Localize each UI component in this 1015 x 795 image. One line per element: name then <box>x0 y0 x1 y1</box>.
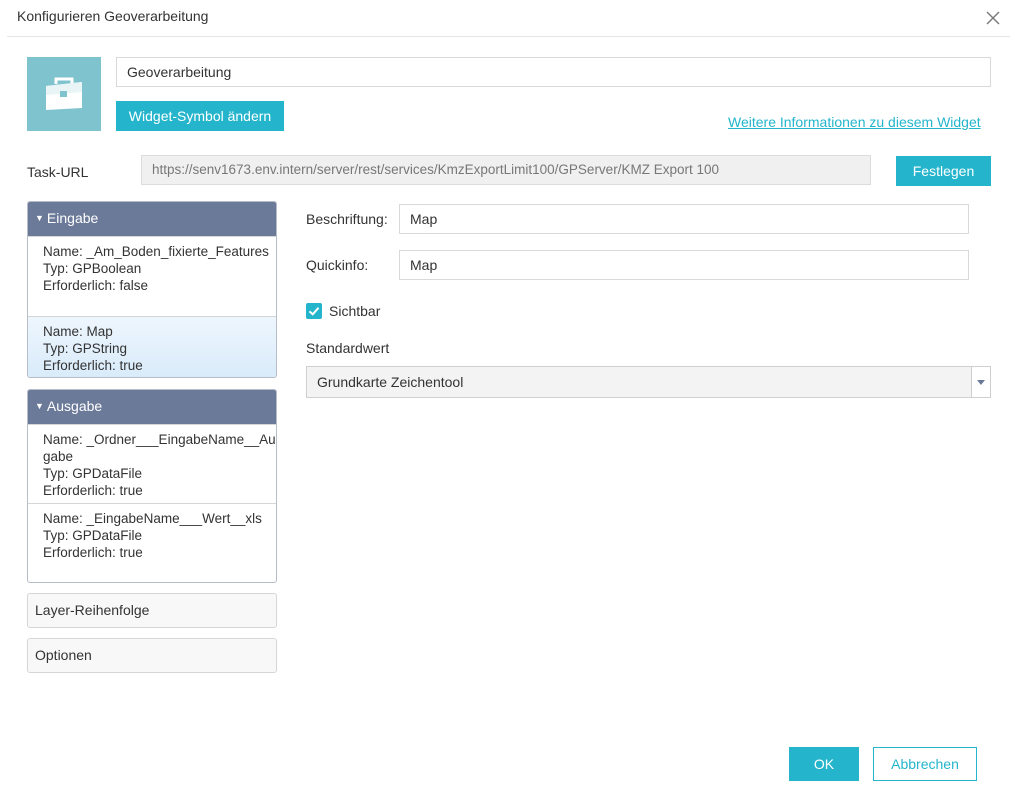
input-panel-title: Eingabe <box>46 210 99 226</box>
param-type: Typ: GPDataFile <box>43 466 143 481</box>
output-panel-title: Ausgabe <box>46 398 103 414</box>
tooltip-caption: Quickinfo: <box>306 257 369 273</box>
param-name: Name: _Am_Boden_fixierte_Features <box>43 244 269 259</box>
param-name: Name: _EingabeName___Wert__xls <box>43 511 262 526</box>
more-info-link[interactable]: Weitere Informationen zu diesem Widget <box>728 114 981 130</box>
task-url-label: Task-URL <box>27 164 89 180</box>
caret-down-icon: ▼ <box>35 213 44 223</box>
checkmark-icon <box>308 307 320 316</box>
label-input[interactable] <box>399 204 969 234</box>
label-caption: Beschriftung: <box>306 211 388 227</box>
chevron-down-icon[interactable] <box>971 367 990 397</box>
input-panel-header[interactable]: ▼ Eingabe <box>28 202 276 236</box>
output-panel-header[interactable]: ▼ Ausgabe <box>28 390 276 424</box>
param-required: Erforderlich: true <box>43 545 143 560</box>
default-value-caption: Standardwert <box>306 340 390 356</box>
widget-name-input[interactable] <box>116 57 991 87</box>
layer-order-section[interactable]: Layer-Reihenfolge <box>27 593 277 628</box>
change-widget-icon-button[interactable]: Widget-Symbol ändern <box>116 101 284 131</box>
visible-checkbox[interactable] <box>306 303 322 319</box>
param-type: Typ: GPBoolean <box>43 261 142 276</box>
tooltip-input[interactable] <box>399 250 969 280</box>
default-value-select[interactable]: Grundkarte Zeichentool <box>306 366 991 398</box>
input-param-item-selected[interactable]: Name: Map Typ: GPString Erforderlich: tr… <box>28 316 276 377</box>
param-type: Typ: GPString <box>43 341 128 356</box>
param-name: Name: _Ordner___EingabeName__Ausgabe <box>43 432 276 464</box>
toolbox-icon <box>46 77 82 110</box>
input-param-item[interactable]: Name: _Am_Boden_fixierte_Features Typ: G… <box>28 236 276 316</box>
output-param-item[interactable]: Name: _EingabeName___Wert__xls Typ: GPDa… <box>28 503 276 582</box>
dialog-title: Konfigurieren Geoverarbeitung <box>17 8 209 24</box>
output-parameters-panel: ▼ Ausgabe Name: _Ordner___EingabeName__Au… <box>27 389 277 583</box>
output-param-item[interactable]: Name: _Ordner___EingabeName__Ausgabe Typ… <box>28 424 276 503</box>
param-required: Erforderlich: true <box>43 358 143 373</box>
cancel-button[interactable]: Abbrechen <box>873 747 977 781</box>
widget-icon-tile <box>27 57 101 131</box>
caret-down-icon: ▼ <box>35 401 44 411</box>
param-required: Erforderlich: false <box>43 278 149 293</box>
param-type: Typ: GPDataFile <box>43 528 143 543</box>
param-required: Erforderlich: true <box>43 483 143 498</box>
close-icon[interactable] <box>984 9 1002 27</box>
options-section[interactable]: Optionen <box>27 638 277 673</box>
header-divider <box>7 36 1010 37</box>
set-task-url-button[interactable]: Festlegen <box>896 156 991 186</box>
default-value-selected: Grundkarte Zeichentool <box>317 374 464 390</box>
input-parameters-panel: ▼ Eingabe Name: _Am_Boden_fixierte_Featur… <box>27 201 277 378</box>
visible-label[interactable]: Sichtbar <box>329 303 380 319</box>
param-name: Name: Map <box>43 324 113 339</box>
task-url-field[interactable]: https://senv1673.env.intern/server/rest/… <box>141 155 871 185</box>
ok-button[interactable]: OK <box>789 747 859 781</box>
